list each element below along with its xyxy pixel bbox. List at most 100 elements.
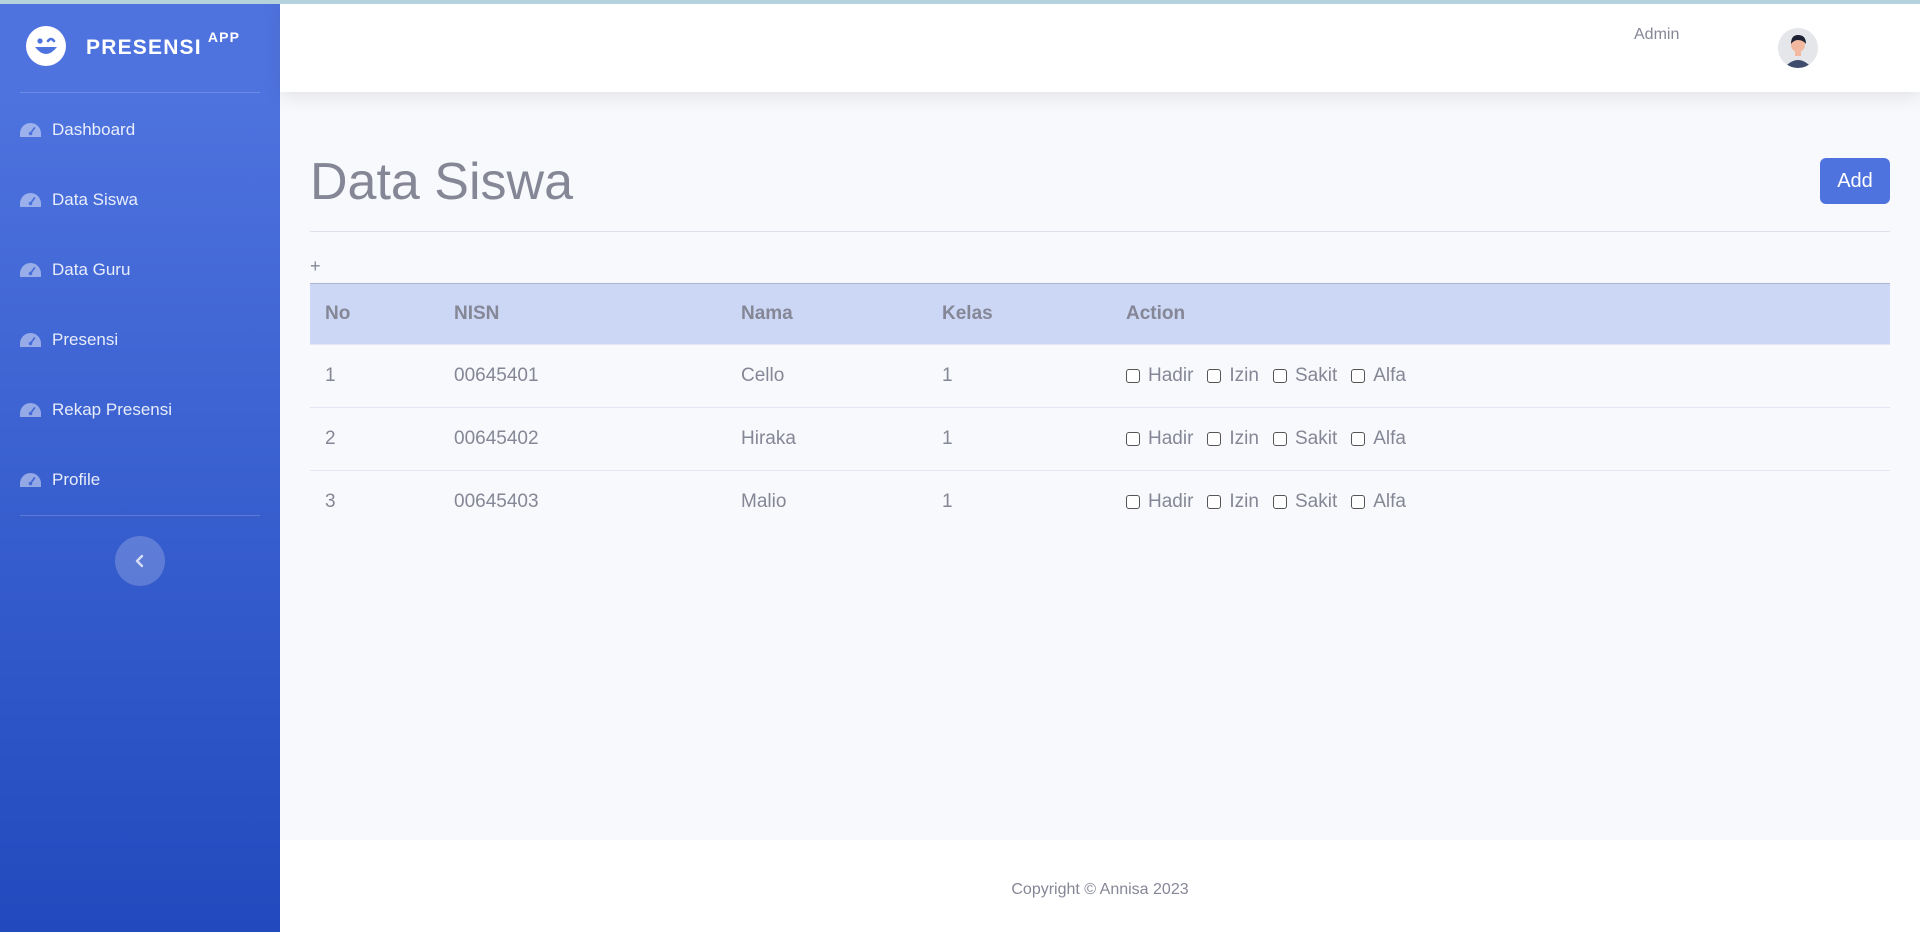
column-header-nama: Nama [726, 283, 927, 345]
sidebar-nav: Dashboard Data Siswa Data Guru Presensi … [0, 95, 280, 515]
cell-no: 1 [310, 344, 439, 408]
table-row: 2 00645402 Hiraka 1 Hadir Izin Sakit Alf… [310, 407, 1890, 471]
topbar: Admin [280, 0, 1920, 92]
cell-kelas: 1 [927, 470, 1111, 533]
option-label: Alfa [1373, 491, 1406, 512]
option-label: Hadir [1148, 491, 1194, 512]
cell-nama: Cello [726, 344, 927, 408]
sakit-checkbox[interactable] [1272, 369, 1287, 383]
hadir-checkbox[interactable] [1126, 432, 1140, 446]
cell-nama: Hiraka [726, 407, 927, 471]
attendance-options: Hadir Izin Sakit Alfa [1126, 408, 1890, 470]
tachometer-icon [20, 403, 41, 417]
sidebar-item-label: Data Siswa [52, 190, 138, 209]
option-sakit[interactable]: Sakit [1272, 491, 1338, 513]
cell-nisn: 00645401 [439, 344, 726, 408]
copyright-text: Copyright © Annisa 2023 [1011, 881, 1189, 898]
tachometer-icon [20, 333, 41, 347]
option-alfa[interactable]: Alfa [1351, 428, 1406, 450]
option-label: Sakit [1294, 428, 1338, 449]
browser-top-line [0, 0, 1920, 4]
cell-action: Hadir Izin Sakit Alfa [1111, 470, 1890, 533]
sidebar-item-profile[interactable]: Profile [0, 445, 280, 515]
option-label: Izin [1229, 491, 1259, 512]
sidebar-item-label: Profile [52, 470, 101, 489]
sidebar-toggle-wrap [0, 536, 280, 586]
alfa-checkbox[interactable] [1351, 369, 1366, 383]
option-alfa[interactable]: Alfa [1351, 365, 1406, 387]
cell-nama: Malio [726, 470, 927, 533]
hadir-checkbox[interactable] [1126, 495, 1140, 509]
cell-nisn: 00645402 [439, 407, 726, 471]
cell-kelas: 1 [927, 407, 1111, 471]
sidebar-item-label: Rekap Presensi [52, 400, 173, 419]
sidebar-item-data-siswa[interactable]: Data Siswa [0, 165, 280, 235]
option-label: Izin [1229, 428, 1259, 449]
cell-no: 3 [310, 470, 439, 533]
add-button[interactable]: Add [1820, 158, 1890, 204]
sidebar-item-label: Presensi [52, 330, 119, 349]
chevron-left-icon [135, 554, 144, 568]
sidebar-brand[interactable]: PRESENSI APP [0, 0, 280, 92]
izin-checkbox[interactable] [1207, 432, 1222, 446]
column-header-no: No [310, 283, 439, 345]
sidebar-item-presensi[interactable]: Presensi [0, 305, 280, 375]
table-header-row: No NISN Nama Kelas Action [310, 283, 1890, 345]
sidebar-item-data-guru[interactable]: Data Guru [0, 235, 280, 305]
sidebar-item-rekap-presensi[interactable]: Rekap Presensi [0, 375, 280, 445]
students-table: No NISN Nama Kelas Action 1 00645401 Cel… [310, 283, 1890, 533]
option-hadir[interactable]: Hadir [1126, 491, 1193, 513]
user-avatar-icon[interactable] [1778, 28, 1818, 68]
option-hadir[interactable]: Hadir [1126, 365, 1193, 387]
user-name[interactable]: Admin [1634, 26, 1679, 44]
option-label: Hadir [1148, 365, 1194, 386]
sakit-checkbox[interactable] [1272, 495, 1287, 509]
alfa-checkbox[interactable] [1351, 432, 1366, 446]
laugh-wink-icon [26, 26, 66, 66]
izin-checkbox[interactable] [1207, 369, 1222, 383]
column-header-nisn: NISN [439, 283, 726, 345]
footer: Copyright © Annisa 2023 [280, 840, 1920, 932]
column-header-kelas: Kelas [927, 283, 1111, 345]
izin-checkbox[interactable] [1207, 495, 1222, 509]
option-label: Alfa [1373, 365, 1406, 386]
brand-name: PRESENSI APP [86, 28, 241, 59]
tachometer-icon [20, 473, 41, 487]
cell-action: Hadir Izin Sakit Alfa [1111, 344, 1890, 408]
option-alfa[interactable]: Alfa [1351, 491, 1406, 513]
option-izin[interactable]: Izin [1207, 365, 1259, 387]
attendance-options: Hadir Izin Sakit Alfa [1126, 345, 1890, 407]
sidebar-item-label: Dashboard [52, 120, 136, 139]
main-content: Data Siswa Add + No NISN Nama Kelas Acti… [280, 92, 1920, 840]
option-izin[interactable]: Izin [1207, 491, 1259, 513]
sidebar-toggle-button[interactable] [115, 536, 165, 586]
sidebar-divider [20, 92, 260, 93]
page-title: Data Siswa [310, 153, 573, 211]
option-label: Sakit [1294, 365, 1338, 386]
option-sakit[interactable]: Sakit [1272, 428, 1338, 450]
option-label: Sakit [1294, 491, 1338, 512]
cell-action: Hadir Izin Sakit Alfa [1111, 407, 1890, 471]
alfa-checkbox[interactable] [1351, 495, 1366, 509]
sidebar-divider [20, 515, 260, 516]
expand-toggle[interactable]: + [310, 256, 321, 277]
table-row: 1 00645401 Cello 1 Hadir Izin Sakit Alfa [310, 344, 1890, 408]
cell-kelas: 1 [927, 344, 1111, 408]
column-header-action: Action [1111, 283, 1890, 345]
sakit-checkbox[interactable] [1272, 432, 1287, 446]
cell-nisn: 00645403 [439, 470, 726, 533]
brand-sup: APP [207, 28, 241, 45]
option-label: Hadir [1148, 428, 1194, 449]
option-label: Izin [1229, 365, 1259, 386]
option-hadir[interactable]: Hadir [1126, 428, 1193, 450]
option-sakit[interactable]: Sakit [1272, 365, 1338, 387]
tachometer-icon [20, 263, 41, 277]
cell-no: 2 [310, 407, 439, 471]
sidebar-item-dashboard[interactable]: Dashboard [0, 95, 280, 165]
table-row: 3 00645403 Malio 1 Hadir Izin Sakit Alfa [310, 470, 1890, 533]
sidebar-item-label: Data Guru [52, 260, 131, 279]
attendance-options: Hadir Izin Sakit Alfa [1126, 471, 1890, 533]
hadir-checkbox[interactable] [1126, 369, 1140, 383]
tachometer-icon [20, 193, 41, 207]
option-izin[interactable]: Izin [1207, 428, 1259, 450]
